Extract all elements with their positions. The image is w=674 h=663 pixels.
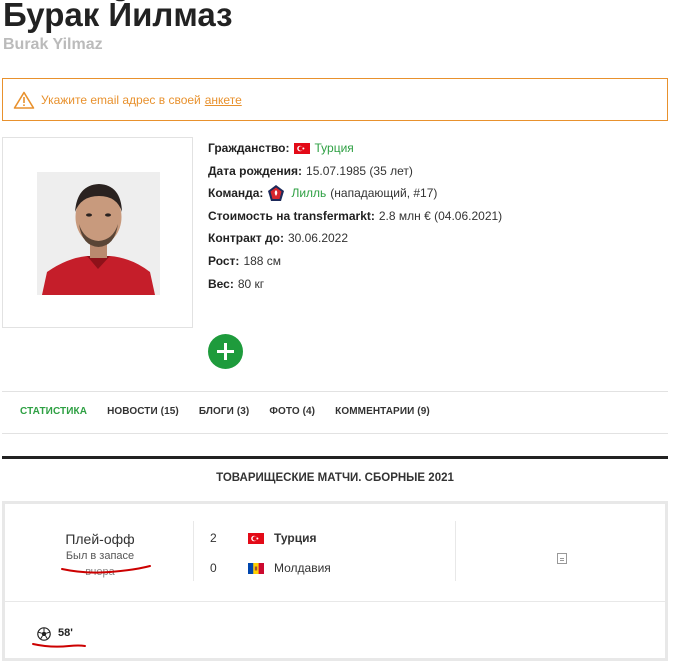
profile-link[interactable]: анкете	[205, 93, 242, 107]
away-team[interactable]: Молдавия	[248, 561, 331, 575]
section-title: Товарищеские матчи. Сборные 2021	[216, 472, 454, 484]
player-photo	[37, 172, 160, 295]
contract-row: Контракт до: 30.06.2022	[208, 227, 502, 250]
away-score: 0	[210, 561, 217, 575]
match-stage: Плей-офф	[65, 531, 135, 547]
alert-text: Укажите email адрес в своей	[41, 92, 201, 107]
lille-crest-icon	[268, 185, 285, 202]
weight-value: 80 кг	[237, 276, 265, 291]
birth-row: Дата рождения: 15.07.1985 (35 лет)	[208, 160, 502, 183]
height-row: Рост: 188 см	[208, 250, 502, 273]
market-value: 2.8 млн € (04.06.2021)	[378, 208, 503, 223]
citizenship-row: Гражданство: Турция	[208, 137, 502, 160]
market-value-row: Стоимость на transfermarkt: 2.8 млн € (0…	[208, 205, 502, 228]
player-name: Бурак Йилмаз	[3, 0, 233, 33]
turkey-flag-icon	[293, 142, 310, 154]
warning-icon	[13, 91, 35, 109]
divider	[5, 601, 665, 602]
contract-value: 30.06.2022	[287, 231, 349, 246]
home-score: 2	[210, 531, 217, 545]
turkey-flag-icon	[248, 532, 264, 544]
divider	[2, 391, 668, 392]
team-label: Команда:	[208, 186, 264, 201]
section-divider	[2, 456, 668, 459]
citizenship-label: Гражданство:	[208, 141, 290, 155]
player-name-latin: Burak Yilmaz	[3, 36, 103, 53]
player-photo-frame	[2, 137, 193, 328]
match-report-icon[interactable]	[557, 553, 567, 564]
player-info: Гражданство: Турция Дата рождения: 15.07…	[208, 137, 502, 295]
contract-label: Контракт до:	[208, 231, 284, 246]
tab-blogs[interactable]: Блоги (3)	[199, 406, 250, 417]
column-divider	[455, 521, 456, 581]
goal-minute: 58'	[58, 627, 73, 639]
divider	[2, 433, 668, 434]
tab-statistics[interactable]: Статистика	[20, 406, 87, 417]
column-divider	[193, 521, 194, 581]
moldova-flag-icon	[248, 562, 264, 574]
citizenship-link[interactable]: Турция	[315, 137, 354, 160]
weight-label: Вес:	[208, 276, 234, 291]
soccer-ball-icon	[37, 627, 51, 641]
weight-row: Вес: 80 кг	[208, 273, 502, 296]
team-link[interactable]: Лилль	[291, 182, 326, 205]
email-alert: Укажите email адрес в своей анкете	[2, 78, 668, 121]
red-underline-annotation	[32, 643, 86, 648]
add-button[interactable]	[208, 334, 243, 369]
team-row: Команда: Лилль (нападающий, #17)	[208, 182, 502, 205]
height-value: 188 см	[243, 253, 282, 268]
tab-photos[interactable]: Фото (4)	[269, 406, 315, 417]
profile-tabs: Статистика Новости (15) Блоги (3) Фото (…	[20, 406, 450, 417]
team-role: (нападающий, #17)	[330, 186, 438, 201]
birth-label: Дата рождения:	[208, 163, 303, 178]
match-card[interactable]: Плей-офф Был в запасе вчера 2 Турция 0 М…	[2, 501, 668, 661]
birth-value: 15.07.1985 (35 лет)	[306, 163, 413, 178]
tab-comments[interactable]: Комментарии (9)	[335, 406, 430, 417]
tab-news[interactable]: Новости (15)	[107, 406, 179, 417]
home-team-name: Турция	[274, 531, 317, 545]
height-label: Рост:	[208, 253, 240, 268]
market-value-label: Стоимость на transfermarkt:	[208, 208, 375, 223]
away-team-name: Молдавия	[274, 561, 331, 575]
home-team[interactable]: Турция	[248, 531, 316, 545]
red-underline-annotation	[61, 565, 151, 574]
